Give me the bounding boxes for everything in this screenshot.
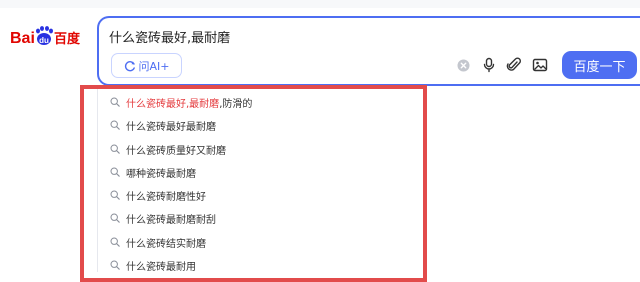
suggestion-rest: 什么瓷砖耐磨性好	[126, 191, 206, 203]
paw-icon: du	[36, 26, 53, 45]
clip-icon[interactable]	[506, 57, 522, 73]
search-icon	[110, 144, 120, 154]
suggestion-text: 什么瓷砖最好,最耐磨,防滑的	[126, 95, 252, 110]
ask-ai-button[interactable]: 问AI+	[111, 53, 182, 78]
search-icon	[110, 167, 120, 177]
suggestion-rest: 什么瓷砖最耐磨耐刮	[126, 214, 216, 226]
suggestion-rest: 什么瓷砖质量好又耐磨	[126, 145, 226, 157]
suggestion-text: 什么瓷砖最耐磨耐刮	[126, 211, 216, 226]
suggestion-item[interactable]: 什么瓷砖最耐磨耐刮	[110, 208, 410, 228]
suggestion-item[interactable]: 什么瓷砖最好最耐磨	[110, 115, 410, 135]
suggestion-rest: 什么瓷砖结实耐磨	[126, 238, 206, 250]
ask-ai-label: 问AI+	[138, 59, 170, 73]
suggestion-item[interactable]: 什么瓷砖最好,最耐磨,防滑的	[110, 92, 410, 112]
search-submit-button[interactable]: 百度一下	[562, 51, 637, 79]
search-icon	[110, 237, 120, 247]
search-input[interactable]: 什么瓷砖最好,最耐磨	[109, 27, 230, 46]
suggestion-rest: ,防滑的	[219, 98, 253, 110]
suggestion-text: 什么瓷砖质量好又耐磨	[126, 142, 226, 157]
top-strip	[0, 0, 640, 8]
voice-icon[interactable]	[481, 57, 497, 73]
baidu-logo-mark: Bai du 百度	[10, 26, 81, 47]
search-icon	[110, 97, 120, 107]
suggestion-rest: 什么瓷砖最好最耐磨	[126, 121, 216, 133]
search-icon	[110, 120, 120, 130]
suggestion-text: 什么瓷砖最耐用	[126, 258, 196, 273]
image-icon[interactable]	[532, 57, 548, 73]
suggestion-item[interactable]: 什么瓷砖质量好又耐磨	[110, 139, 410, 159]
suggestion-text: 什么瓷砖耐磨性好	[126, 188, 206, 203]
suggestion-item[interactable]: 什么瓷砖耐磨性好	[110, 185, 410, 205]
suggestion-rest: 哪种瓷砖最耐磨	[126, 168, 196, 180]
baidu-logo[interactable]: Bai du 百度	[10, 26, 86, 48]
suggestion-text: 哪种瓷砖最耐磨	[126, 165, 196, 180]
suggestion-text: 什么瓷砖最好最耐磨	[126, 118, 216, 133]
logo-text-baidu-cn: 百度	[54, 31, 81, 47]
suggestion-item[interactable]: 哪种瓷砖最耐磨	[110, 162, 410, 182]
search-icon	[110, 190, 120, 200]
logo-text-bai: Bai	[10, 30, 35, 47]
clear-icon[interactable]	[457, 59, 470, 72]
suggestion-item[interactable]: 什么瓷砖最耐用	[110, 255, 410, 275]
search-icon	[110, 260, 120, 270]
logo-text-du: du	[39, 36, 49, 45]
suggestion-item[interactable]: 什么瓷砖结实耐磨	[110, 232, 410, 252]
suggestion-highlight: 什么瓷砖最好,最耐磨	[126, 98, 220, 110]
suggestion-text: 什么瓷砖结实耐磨	[126, 235, 206, 250]
search-icon	[110, 213, 120, 223]
ai-spark-icon	[124, 60, 135, 71]
suggestion-rest: 什么瓷砖最耐用	[126, 261, 196, 273]
